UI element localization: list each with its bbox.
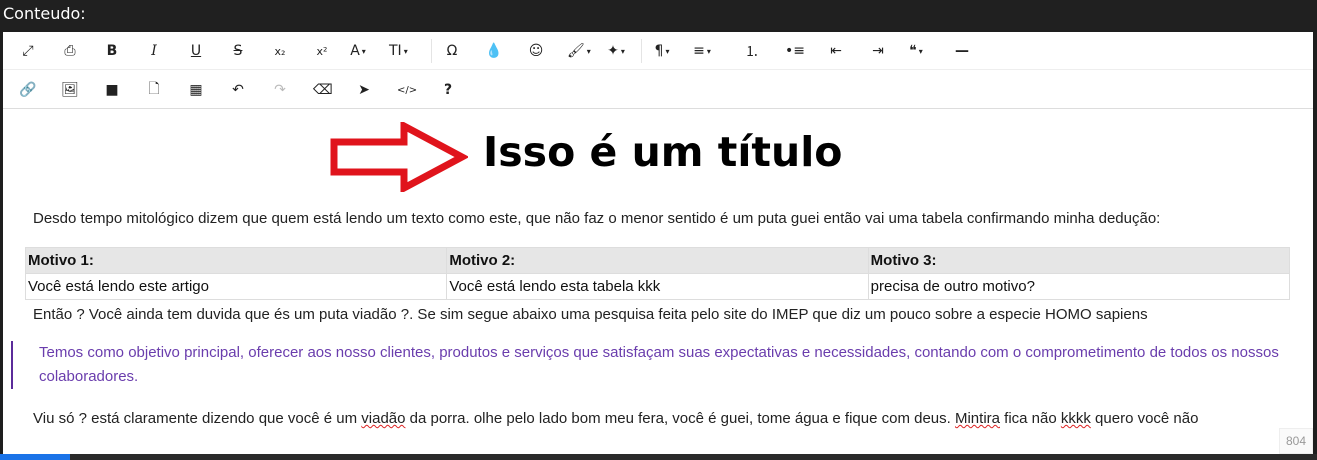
rich-text-editor: ⤢ ⎙ B I U Sx₂ x² A ▾ TI ▾ Ω 💧 ☺ 🖌 ▾ ✦ ▾ ¶ ▾ ≡ ▾ ⒈ •≡ ⇤ ⇥ ❝ ▾ — 🔗 🖼 ■ 🗋 ▦… bbox=[3, 32, 1313, 454]
help-icon[interactable]: ? bbox=[439, 80, 457, 100]
color-icon[interactable]: 💧 bbox=[485, 41, 503, 61]
fullscreen-icon[interactable]: ⤢ bbox=[19, 41, 37, 61]
closing-text: da porra. olhe pelo lado bom meu fera, v… bbox=[405, 410, 955, 427]
table-header-cell[interactable]: Motivo 3: bbox=[867, 247, 1291, 274]
paint-brush-icon[interactable]: 🖌 ▾ bbox=[567, 41, 591, 61]
magic-wand-icon[interactable]: ✦ ▾ bbox=[607, 41, 625, 61]
font-family-icon[interactable]: A ▾ bbox=[349, 41, 367, 61]
toolbar-row-2: 🔗 🖼 ■ 🗋 ▦ ↶ ↷ ⌫ ➤ </>? bbox=[3, 71, 1313, 109]
bottom-strip bbox=[0, 454, 1317, 460]
document-title[interactable]: Isso é um título bbox=[483, 128, 842, 176]
strikethrough-icon[interactable]: S bbox=[229, 41, 247, 61]
code-view-icon[interactable]: </> bbox=[397, 80, 417, 100]
spellcheck-word: kkkk bbox=[1060, 410, 1091, 427]
bold-icon[interactable]: B bbox=[103, 41, 121, 61]
toolbar-row-1: ⤢ ⎙ B I U Sx₂ x² A ▾ TI ▾ Ω 💧 ☺ 🖌 ▾ ✦ ▾ ¶ ▾ ≡ ▾ ⒈ •≡ ⇤ ⇥ ❝ ▾ — bbox=[3, 32, 1313, 70]
redo-icon[interactable]: ↷ bbox=[271, 80, 289, 100]
red-arrow-icon bbox=[330, 122, 468, 192]
blockquote-text: Temos como objetivo principal, oferecer … bbox=[39, 344, 1279, 385]
outdent-icon[interactable]: ⇤ bbox=[827, 41, 845, 61]
indent-icon[interactable]: ⇥ bbox=[869, 41, 887, 61]
file-icon[interactable]: 🗋 bbox=[145, 80, 163, 100]
table-icon[interactable]: ▦ bbox=[187, 80, 205, 100]
clear-formatting-icon[interactable]: ⌫ bbox=[313, 80, 333, 100]
special-chars-icon[interactable]: Ω bbox=[443, 41, 461, 61]
closing-text: quero você não bbox=[1090, 410, 1199, 427]
superscript-icon[interactable]: x² bbox=[313, 41, 331, 61]
table-row: Você está lendo este artigo Você está le… bbox=[24, 273, 1291, 300]
content-label: Conteudo: bbox=[3, 4, 86, 23]
table-header-cell[interactable]: Motivo 2: bbox=[446, 247, 869, 274]
intro-paragraph[interactable]: Desdo tempo mitológico dizem que quem es… bbox=[33, 210, 1160, 227]
select-all-icon[interactable]: ➤ bbox=[355, 80, 373, 100]
table-cell[interactable]: precisa de outro motivo? bbox=[867, 273, 1291, 300]
character-counter: 804 bbox=[1279, 428, 1313, 454]
align-icon[interactable]: ≡ ▾ bbox=[693, 41, 711, 61]
video-icon[interactable]: ■ bbox=[103, 80, 121, 100]
bottom-accent bbox=[0, 454, 70, 460]
print-icon[interactable]: ⎙ bbox=[61, 41, 79, 61]
emoticons-icon[interactable]: ☺ bbox=[527, 41, 545, 61]
spellcheck-word: viadão bbox=[361, 410, 406, 427]
subscript-icon[interactable]: x₂ bbox=[271, 41, 289, 61]
after-table-paragraph[interactable]: Então ? Você ainda tem duvida que és um … bbox=[33, 306, 1148, 323]
closing-text: fica não bbox=[1000, 410, 1061, 427]
table-cell[interactable]: Você está lendo este artigo bbox=[24, 273, 448, 300]
link-icon[interactable]: 🔗 bbox=[19, 80, 37, 100]
table-header-cell[interactable]: Motivo 1: bbox=[24, 247, 448, 274]
font-size-icon[interactable]: TI ▾ bbox=[389, 41, 408, 61]
toolbar-separator bbox=[431, 39, 432, 63]
ordered-list-icon[interactable]: ⒈ bbox=[743, 41, 761, 61]
table-cell[interactable]: Você está lendo esta tabela kkk bbox=[446, 273, 869, 300]
unordered-list-icon[interactable]: •≡ bbox=[785, 41, 805, 61]
header-bar: Conteudo: bbox=[0, 0, 1317, 30]
paragraph-format-icon[interactable]: ¶ ▾ bbox=[653, 41, 671, 61]
undo-icon[interactable]: ↶ bbox=[229, 80, 247, 100]
underline-icon[interactable]: U bbox=[187, 41, 205, 61]
quote-icon[interactable]: ❝ ▾ bbox=[907, 41, 925, 61]
italic-icon[interactable]: I bbox=[145, 41, 163, 61]
closing-paragraph[interactable]: Viu só ? está claramente dizendo que voc… bbox=[33, 410, 1198, 427]
table-header-row: Motivo 1: Motivo 2: Motivo 3: bbox=[24, 247, 1291, 274]
spellcheck-word: Mintira bbox=[954, 410, 1000, 427]
closing-text: Viu só ? está claramente dizendo que voc… bbox=[33, 410, 362, 427]
horizontal-line-icon[interactable]: — bbox=[953, 41, 971, 61]
image-icon[interactable]: 🖼 bbox=[61, 80, 79, 100]
blockquote[interactable]: Temos como objetivo principal, oferecer … bbox=[11, 341, 1301, 389]
toolbar-separator bbox=[641, 39, 642, 63]
motivos-table[interactable]: Motivo 1: Motivo 2: Motivo 3: Você está … bbox=[24, 247, 1291, 300]
